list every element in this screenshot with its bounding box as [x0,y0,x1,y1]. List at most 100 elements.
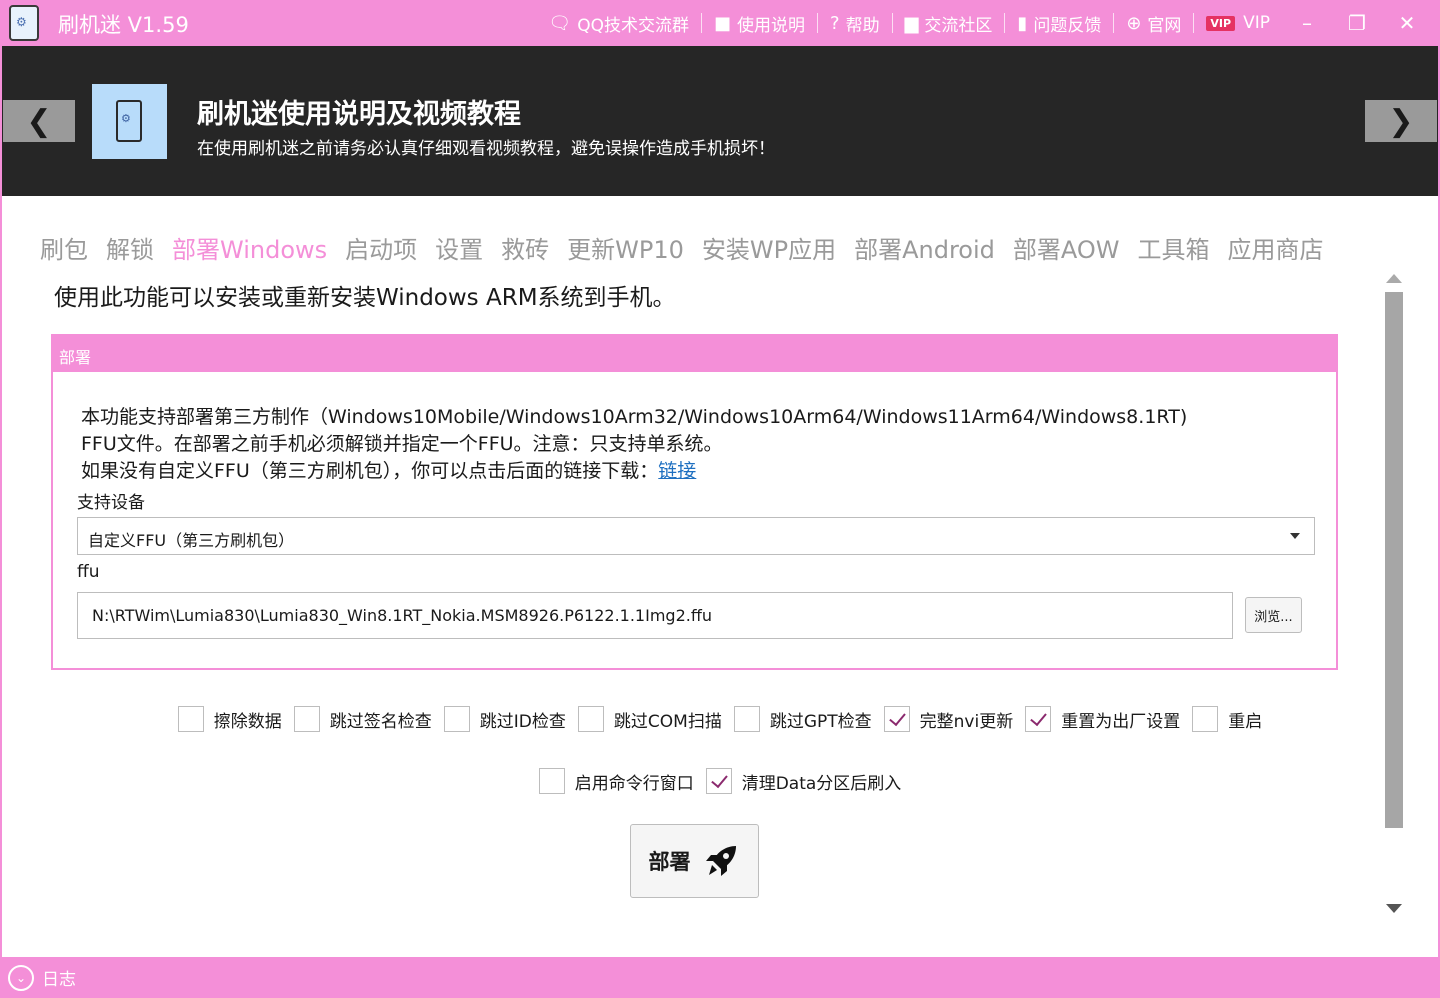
phone-icon: ⚙ [116,100,142,142]
log-label: 日志 [42,970,76,990]
device-select-value: 自定义FFU（第三方刷机包） [88,531,295,550]
menu-item-5[interactable]: ⊕ 官网 [1114,0,1193,46]
desc-line-3: 如果没有自定义FFU（第三方刷机包），你可以点击后面的链接下载：链接 [81,458,1187,485]
menu-item-label: 问题反馈 [1033,15,1102,36]
page-intro: 使用此功能可以安装或重新安装Windows ARM系统到手机。 [54,285,676,311]
banner-phone-icon: ⚙ [92,84,167,159]
tab-10[interactable]: 工具箱 [1138,230,1210,265]
menu-item-3[interactable]: ▆ 交流社区 [893,0,1005,46]
expand-log-icon[interactable]: ⌄ [8,964,34,991]
close-icon[interactable]: ✕ [1382,0,1432,46]
globe-icon: ⊕ [1126,12,1142,34]
deploy-button[interactable]: 部署 [630,824,759,898]
chat-bubble-icon: 🗨 [548,12,572,34]
checkbox-empty-icon[interactable] [538,768,565,794]
option-label: 擦除数据 [213,711,282,732]
minimize-icon[interactable]: – [1282,0,1332,46]
option-checkbox[interactable]: 跳过GPT检查 [733,706,872,732]
deploy-group: 部署 本功能支持部署第三方制作（Windows10Mobile/Windows1… [51,334,1338,670]
option-checkbox[interactable]: 跳过ID检查 [443,706,566,732]
vertical-scrollbar[interactable] [1385,274,1403,914]
checkbox-checked-icon[interactable] [1025,706,1052,732]
tab-5[interactable]: 救砖 [501,230,549,265]
option-label: 跳过GPT检查 [769,711,872,732]
gear-icon: ⚙ [16,15,27,29]
option-label: 跳过COM扫描 [613,711,722,732]
desc-line-3-text: 如果没有自定义FFU（第三方刷机包），你可以点击后面的链接下载： [81,460,659,482]
option-checkbox[interactable]: 跳过签名检查 [293,706,432,732]
desc-line-1: 本功能支持部署第三方制作（Windows10Mobile/Windows10Ar… [81,406,1188,428]
option-checkbox[interactable]: 完整nvi更新 [883,706,1013,732]
desc-line-2: FFU文件。在部署之前手机必须解锁并指定一个FFU。注意：只支持单系统。 [81,433,723,455]
menu-item-2[interactable]: ? 帮助 [818,0,892,46]
menu-item-label: 使用说明 [737,15,806,36]
checkbox-empty-icon[interactable] [733,706,760,732]
option-checkbox[interactable]: 启用命令行窗口 [538,768,694,794]
tab-3[interactable]: 启动项 [345,230,417,265]
option-checkbox[interactable]: 跳过COM扫描 [577,706,722,732]
chevron-right-icon: ❯ [1388,103,1414,139]
app-title: 刷机迷 V1.59 [58,13,189,37]
option-checkbox[interactable]: 重启 [1192,706,1262,732]
options-row-1: 擦除数据 跳过签名检查 跳过ID检查 跳过COM扫描 跳过GPT检查 完整nvi更新 重置为… [2,706,1438,732]
menu-item-label: 交流社区 [924,15,993,36]
device-label: 支持设备 [77,493,145,513]
checkbox-empty-icon[interactable] [443,706,470,732]
app-icon: ⚙ [9,5,39,41]
option-label: 跳过ID检查 [479,711,566,732]
vip-icon: VIP [1206,15,1236,31]
banner-next-button[interactable]: ❯ [1365,100,1437,142]
banner-prev-button[interactable]: ❮ [3,100,75,142]
option-label: 重启 [1228,711,1263,732]
tab-7[interactable]: 安装WP应用 [702,230,836,265]
browse-button[interactable]: 浏览... [1245,597,1302,633]
tutorial-banner: ❮ ⚙ 刷机迷使用说明及视频教程 在使用刷机迷之前请务必认真仔细观看视频教程，避… [2,46,1438,196]
help-icon: ? [830,12,840,34]
menu-item-4[interactable]: ▮ 问题反馈 [1005,0,1113,46]
checkbox-checked-icon[interactable] [883,706,910,732]
option-checkbox[interactable]: 擦除数据 [177,706,282,732]
scroll-down-arrow-icon[interactable] [1386,904,1402,913]
feedback-icon: ▮ [1017,12,1028,34]
ffu-path-input[interactable] [77,592,1233,639]
banner-title: 刷机迷使用说明及视频教程 [197,99,521,130]
tab-4[interactable]: 设置 [435,230,483,265]
gear-icon: ⚙ [121,112,131,125]
checkbox-empty-icon[interactable] [293,706,320,732]
rocket-icon [705,846,736,876]
option-checkbox[interactable]: 清理Data分区后刷入 [705,768,902,794]
deploy-button-label: 部署 [648,850,691,874]
menu-item-0[interactable]: 🗨 QQ技术交流群 [536,0,701,46]
tab-11[interactable]: 应用商店 [1228,230,1324,265]
group-header: 部署 [53,336,1336,372]
menu-item-1[interactable]: ■ 使用说明 [702,0,817,46]
maximize-icon[interactable]: ❐ [1332,0,1382,46]
tab-1[interactable]: 解锁 [106,230,154,265]
scroll-thumb[interactable] [1385,292,1403,828]
menu-item-6[interactable]: VIP VIP [1194,0,1282,46]
log-bar[interactable]: ⌄ 日志 [0,957,1440,998]
option-label: 重置为出厂设置 [1061,711,1181,732]
function-tabs: 刷包 解锁 部署Windows 启动项 设置 救砖 更新WP10 安装WP应用 部署Androi… [40,230,1342,265]
device-select[interactable]: 自定义FFU（第三方刷机包） [77,517,1315,555]
chevron-left-icon: ❮ [26,103,52,139]
checkbox-empty-icon[interactable] [177,706,204,732]
checkbox-empty-icon[interactable] [1192,706,1219,732]
checkbox-empty-icon[interactable] [577,706,604,732]
tab-9[interactable]: 部署AOW [1013,230,1120,265]
tab-2[interactable]: 部署Windows [172,230,327,265]
download-link[interactable]: 链接 [658,460,696,482]
menu-item-label: QQ技术交流群 [577,15,689,36]
tab-0[interactable]: 刷包 [40,230,88,265]
option-label: 跳过签名检查 [329,711,432,732]
checkbox-checked-icon[interactable] [705,768,732,794]
banner-subtitle: 在使用刷机迷之前请务必认真仔细观看视频教程，避免误操作造成手机损坏！ [197,139,775,159]
scroll-up-arrow-icon[interactable] [1386,274,1402,283]
options-row-2: 启用命令行窗口 清理Data分区后刷入 [2,768,1438,794]
video-camera-icon: ■ [714,12,732,34]
option-label: 清理Data分区后刷入 [741,773,902,794]
option-checkbox[interactable]: 重置为出厂设置 [1025,706,1180,732]
tab-6[interactable]: 更新WP10 [567,230,684,265]
tab-8[interactable]: 部署Android [854,230,995,265]
title-bar: ⚙ 刷机迷 V1.59 🗨 QQ技术交流群 ■ 使用说明? 帮助 ▆ 交流社区 ▮ 问题反馈 ⊕ 官… [0,0,1440,46]
